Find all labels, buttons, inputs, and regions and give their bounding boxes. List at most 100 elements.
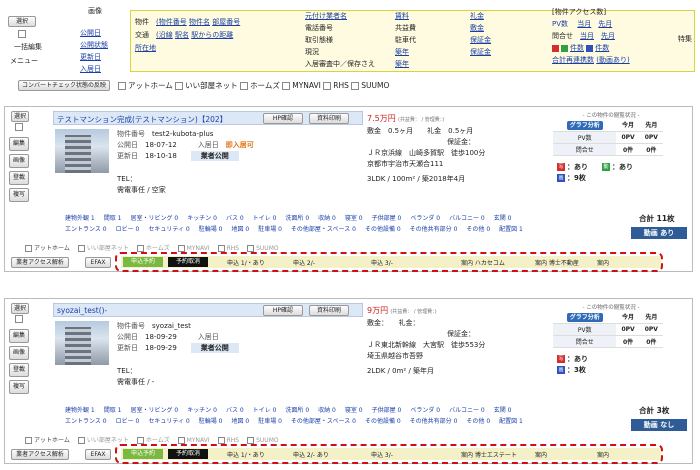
portal-label: ホームズ <box>145 245 170 252</box>
total-count: 合計 11枚 <box>639 214 675 223</box>
agent-access-button[interactable]: 業者アクセス解析 <box>11 449 69 460</box>
iiheya-checkbox[interactable] <box>175 82 184 90</box>
portal-checkbox[interactable] <box>136 245 144 252</box>
rhs-checkbox[interactable] <box>323 82 332 90</box>
sort-pv-this[interactable]: 当月 <box>577 20 591 28</box>
sort-guarantee-2[interactable]: 保証金 <box>470 48 491 56</box>
sort-prop-no[interactable]: (物件番号 <box>156 18 187 26</box>
convert-check-button[interactable]: コンバートチェック状態の反映 <box>18 80 110 91</box>
move-in-label: 入居日 <box>197 333 219 341</box>
portal-checkbox[interactable] <box>25 245 32 252</box>
athome-checkbox[interactable] <box>118 82 126 90</box>
sort-inq-this[interactable]: 当月 <box>580 32 594 40</box>
sort-prop-name[interactable]: 物件名 <box>189 18 210 26</box>
suumo-label: SUUMO <box>361 81 390 90</box>
copy-button[interactable]: 複写 <box>9 380 29 394</box>
edit-button[interactable]: 編集 <box>9 137 29 151</box>
graph-button[interactable]: グラフ分析 <box>566 121 603 131</box>
tel: TEL： <box>117 367 137 375</box>
portal-checkbox[interactable] <box>136 437 144 444</box>
portal-checkbox[interactable] <box>247 245 255 252</box>
card-select-button[interactable]: 選択 <box>11 111 29 122</box>
key-money: 礼金 0.5ヶ月 <box>427 127 474 135</box>
print-button[interactable]: 資料印刷 <box>309 305 349 316</box>
suumo-checkbox[interactable] <box>351 82 360 90</box>
sort-distance[interactable]: 駅からの距離 <box>191 31 233 39</box>
card-checkbox[interactable] <box>15 123 23 131</box>
total-count: 合計 3枚 <box>639 406 670 415</box>
portal-checkbox[interactable] <box>25 437 32 444</box>
deposit: 敷金： <box>367 319 385 327</box>
sort-video-link[interactable]: (動画あり) <box>596 56 629 64</box>
portal-checkbox[interactable] <box>217 437 225 444</box>
rent-price: 7.5万円 <box>367 114 396 123</box>
mynavi-label: MYNAVI <box>292 81 321 90</box>
sort-station[interactable]: 駅名 <box>175 31 189 39</box>
guarantee: 保証金： <box>447 330 475 338</box>
sort-address[interactable]: 所在地 <box>135 44 156 52</box>
sort-guarantee[interactable]: 保証金 <box>470 36 491 44</box>
pv-label: PV数 <box>552 20 569 28</box>
image-button[interactable]: 画像 <box>9 154 29 168</box>
bulk-checkbox[interactable] <box>18 30 26 38</box>
deposit-col: 礼金 敷金 保証金 保証金 <box>470 10 491 58</box>
sort-built-2[interactable]: 築年 <box>395 60 409 68</box>
select-all-button[interactable]: 選択 <box>8 16 36 27</box>
update-date: 18-10-18 <box>145 152 177 160</box>
sort-photo-count[interactable]: 件数 <box>570 44 584 52</box>
sort-rent[interactable]: 賃料 <box>395 12 409 20</box>
sort-room-no[interactable]: 部屋番号 <box>212 18 240 26</box>
portal-checkbox[interactable] <box>177 437 185 444</box>
homes-checkbox[interactable] <box>240 82 249 90</box>
mynavi-checkbox[interactable] <box>282 82 291 90</box>
spec: 2LDK / 0m² / 築年月 <box>367 367 435 375</box>
feature-count: 駐車場 0 <box>258 226 282 233</box>
register-button[interactable]: 登載 <box>9 171 29 185</box>
portal-checkbox[interactable] <box>217 245 225 252</box>
feature-count: ベランダ 0 <box>410 407 441 414</box>
portal-checkbox[interactable] <box>177 245 185 252</box>
register-button[interactable]: 登載 <box>9 363 29 377</box>
graph-button[interactable]: グラフ分析 <box>566 313 603 323</box>
agent-info: 需電事任 / 空家 <box>117 186 166 194</box>
portal-checkbox[interactable] <box>77 245 85 252</box>
sort-key-money[interactable]: 礼金 <box>470 12 484 20</box>
sort-update-date[interactable]: 更新日 <box>80 52 101 62</box>
pv-label: PV数 <box>553 131 617 144</box>
hp-check-button[interactable]: HP確認 <box>263 305 303 316</box>
sort-built[interactable]: 築年 <box>395 48 409 56</box>
agent-access-button[interactable]: 業者アクセス解析 <box>11 257 69 268</box>
sort-pv-prev[interactable]: 先月 <box>598 20 612 28</box>
media-badge: 写：あり <box>557 162 588 173</box>
sort-image-count[interactable]: 件数 <box>595 44 609 52</box>
feature-count: その他共有部分 0 <box>409 418 458 425</box>
sort-total-link[interactable]: 合計再連携数 <box>552 56 594 64</box>
sort-owner[interactable]: 元付け業者名 <box>305 12 347 20</box>
edit-button[interactable]: 編集 <box>9 329 29 343</box>
sort-line[interactable]: (沿線 <box>156 31 173 39</box>
sort-publish-status[interactable]: 公開状態 <box>80 40 108 50</box>
stats-table: グラフ分析 今月 先月 PV数 0PV 0PV 問合せ 0件 0件 <box>553 119 663 156</box>
hp-check-button[interactable]: HP確認 <box>263 113 303 124</box>
print-button[interactable]: 資料印刷 <box>309 113 349 124</box>
portal-checkbox[interactable] <box>77 437 85 444</box>
media-badge: 写：あり <box>557 354 588 365</box>
access-title: [物件アクセス数] <box>552 8 607 16</box>
card-checkbox[interactable] <box>15 315 23 323</box>
efax-button[interactable]: EFAX <box>85 449 111 460</box>
sort-deposit[interactable]: 敷金 <box>470 24 484 32</box>
property-title[interactable]: テストマンション完成(テストマンション)【202】 <box>57 114 227 125</box>
badge-text: ：あり <box>612 162 633 171</box>
sort-move-in-date[interactable]: 入居日 <box>80 64 101 74</box>
portal-checkbox[interactable] <box>247 437 255 444</box>
sort-publish-date[interactable]: 公開日 <box>80 28 101 38</box>
image-button[interactable]: 画像 <box>9 346 29 360</box>
feature-counts: 建物外観 1 間取 1 居室・リビング 0 キッチン 0 バス 0 トイレ 0 洗面所 0 収… <box>65 405 625 427</box>
sort-inq-prev[interactable]: 先月 <box>601 32 615 40</box>
pv-prev: 0PV <box>639 323 663 336</box>
card-select-button[interactable]: 選択 <box>11 303 29 314</box>
deposit: 敷金 0.5ヶ月 <box>367 127 414 135</box>
copy-button[interactable]: 複写 <box>9 188 29 202</box>
property-title[interactable]: syozai_test()- <box>57 306 107 315</box>
efax-button[interactable]: EFAX <box>85 257 111 268</box>
